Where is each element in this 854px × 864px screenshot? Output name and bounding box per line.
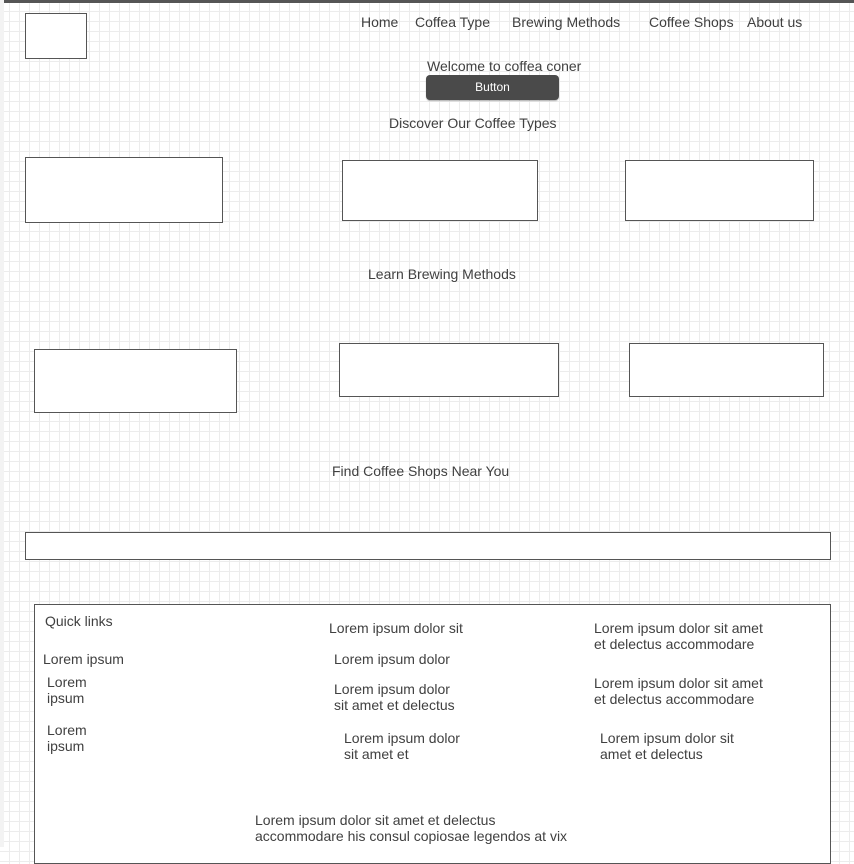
coffee-shops-search-bar[interactable] bbox=[25, 532, 831, 560]
footer-link[interactable]: Lorem ipsum dolor sit amet et delectus a… bbox=[594, 620, 774, 652]
footer-link[interactable]: Lorem ipsum bbox=[43, 651, 124, 667]
footer-bottom-text: Lorem ipsum dolor sit amet et delectus a… bbox=[255, 812, 568, 844]
footer-link[interactable]: Lorem ipsum dolor sit amet et delectus bbox=[334, 681, 459, 713]
brewing-methods-heading: Learn Brewing Methods bbox=[368, 266, 516, 282]
footer-link[interactable]: Lorem ipsum dolor sit amet et delectus bbox=[600, 730, 740, 762]
welcome-text: Welcome to coffea coner bbox=[427, 58, 582, 74]
footer-link[interactable]: Lorem ipsum dolor sit bbox=[329, 620, 463, 636]
brewing-method-card-3[interactable] bbox=[629, 343, 824, 397]
nav-about-us[interactable]: About us bbox=[747, 14, 802, 30]
coffee-type-card-2[interactable] bbox=[342, 160, 538, 221]
nav-home[interactable]: Home bbox=[361, 14, 398, 30]
coffee-types-heading: Discover Our Coffee Types bbox=[389, 115, 557, 131]
nav-brewing-methods[interactable]: Brewing Methods bbox=[512, 14, 620, 30]
brewing-method-card-2[interactable] bbox=[339, 343, 559, 397]
hero-button[interactable]: Button bbox=[426, 75, 559, 100]
footer-link[interactable]: Lorem ipsum dolor bbox=[334, 651, 450, 667]
nav-coffee-shops[interactable]: Coffee Shops bbox=[649, 14, 734, 30]
footer-quick-links-title: Quick links bbox=[45, 613, 113, 629]
window-left-border bbox=[0, 0, 4, 847]
coffee-type-card-3[interactable] bbox=[625, 160, 814, 221]
window-top-border bbox=[0, 0, 854, 3]
footer-link[interactable]: Lorem ipsum bbox=[47, 674, 97, 706]
nav-coffee-type[interactable]: Coffea Type bbox=[415, 14, 490, 30]
brewing-method-card-1[interactable] bbox=[34, 349, 237, 413]
footer-link[interactable]: Lorem ipsum dolor sit amet et bbox=[344, 730, 464, 762]
footer-link[interactable]: Lorem ipsum dolor sit amet et delectus a… bbox=[594, 675, 774, 707]
logo-placeholder[interactable] bbox=[25, 13, 87, 59]
footer-link[interactable]: Lorem ipsum bbox=[47, 722, 97, 754]
coffee-shops-heading: Find Coffee Shops Near You bbox=[332, 463, 510, 479]
coffee-type-card-1[interactable] bbox=[25, 157, 223, 223]
